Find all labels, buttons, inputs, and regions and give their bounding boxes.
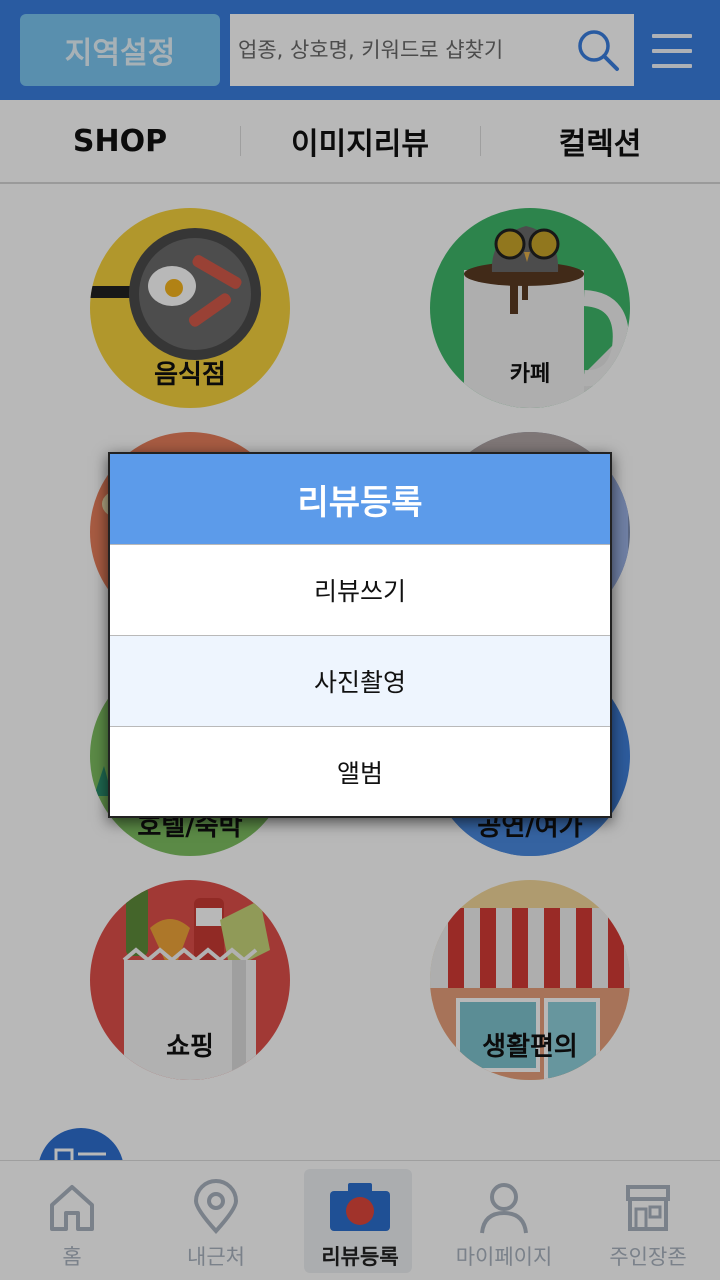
option-write-review[interactable]: 리뷰쓰기 xyxy=(110,544,610,635)
option-take-photo[interactable]: 사진촬영 xyxy=(110,635,610,726)
review-register-dialog: 리뷰등록 리뷰쓰기 사진촬영 앨범 xyxy=(108,452,612,818)
dialog-title: 리뷰등록 xyxy=(110,454,610,544)
option-album[interactable]: 앨범 xyxy=(110,726,610,817)
